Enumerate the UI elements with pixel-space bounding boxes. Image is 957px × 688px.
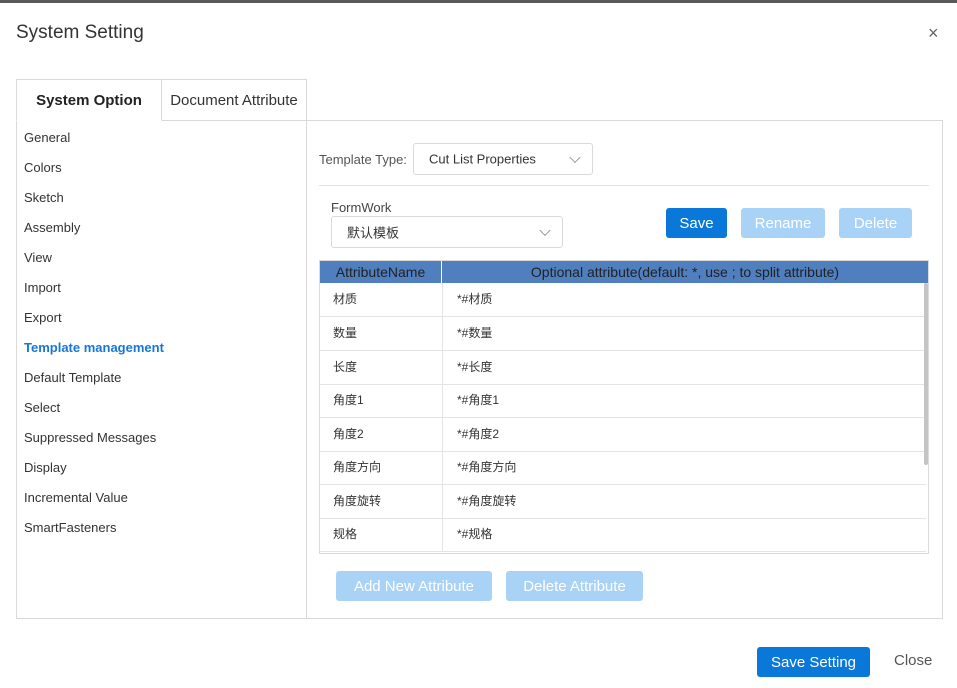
delete-button[interactable]: Delete [839,208,912,238]
sidebar-item-assembly[interactable]: Assembly [24,220,80,235]
table-row[interactable]: 角度旋转 *#角度旋转 [320,485,926,519]
table-row[interactable]: 长度 *#长度 [320,351,926,385]
optional-attribute-cell[interactable]: *#材质 [457,283,492,316]
optional-attribute-cell[interactable]: *#角度旋转 [457,485,516,518]
optional-attribute-cell[interactable]: *#数量 [457,317,492,350]
chevron-down-icon [569,151,581,164]
attribute-table: AttributeName Optional attribute(default… [319,260,929,554]
optional-attribute-cell[interactable]: *#角度方向 [457,451,516,484]
optional-attribute-cell[interactable]: *#角度1 [457,384,499,417]
attribute-name-cell[interactable]: 角度旋转 [320,485,443,518]
sidebar-item-export[interactable]: Export [24,310,62,325]
optional-attribute-cell[interactable]: *#规格 [457,518,492,551]
formwork-label: FormWork [331,200,392,215]
formwork-select[interactable]: 默认模板 [331,216,563,248]
rename-button[interactable]: Rename [741,208,825,238]
sidebar-item-incremental-value[interactable]: Incremental Value [24,490,128,505]
optional-attribute-cell[interactable]: *#长度 [457,351,492,384]
save-button[interactable]: Save [666,208,727,238]
sidebar-item-template-management[interactable]: Template management [24,340,164,355]
attribute-name-cell[interactable]: 角度2 [320,418,443,451]
template-type-select[interactable]: Cut List Properties [413,143,593,175]
column-header-optional-attribute: Optional attribute(default: *, use ; to … [530,264,840,280]
optional-attribute-cell[interactable]: *#角度2 [457,418,499,451]
sidebar-item-default-template[interactable]: Default Template [24,370,121,385]
sidebar-item-display[interactable]: Display [24,460,67,475]
attribute-name-cell[interactable]: 角度1 [320,384,443,417]
table-scrollbar[interactable] [924,283,928,465]
tab-document-attribute[interactable]: Document Attribute [161,79,307,121]
sidebar-item-colors[interactable]: Colors [24,160,62,175]
table-row[interactable]: 材质 *#材质 [320,283,926,317]
attribute-name-cell[interactable]: 材质 [320,283,443,316]
close-icon[interactable]: × [928,22,939,44]
template-type-label: Template Type: [319,152,407,167]
formwork-value: 默认模板 [347,225,400,241]
table-header: AttributeName Optional attribute(default… [320,261,928,283]
sidebar-item-select[interactable]: Select [24,400,60,415]
dialog-title: System Setting [16,22,144,43]
delete-attribute-button[interactable]: Delete Attribute [506,571,643,601]
table-row[interactable]: 规格 *#规格 [320,518,926,552]
sidebar-item-smartfasteners[interactable]: SmartFasteners [24,520,116,535]
attribute-name-cell[interactable]: 角度方向 [320,451,443,484]
sidebar-item-view[interactable]: View [24,250,52,265]
save-setting-button[interactable]: Save Setting [757,647,870,677]
chevron-down-icon [539,224,551,237]
divider [319,185,929,186]
add-new-attribute-button[interactable]: Add New Attribute [336,571,492,601]
window-top-border [0,0,957,3]
table-row[interactable]: 角度方向 *#角度方向 [320,451,926,485]
attribute-name-cell[interactable]: 规格 [320,518,443,551]
table-row[interactable]: 数量 *#数量 [320,317,926,351]
sidebar-item-general[interactable]: General [24,130,70,145]
sidebar-item-sketch[interactable]: Sketch [24,190,64,205]
attribute-name-cell[interactable]: 长度 [320,351,443,384]
close-button[interactable]: Close [894,652,932,669]
options-sidebar: General Colors Sketch Assembly View Impo… [16,120,307,619]
column-header-attribute-name: AttributeName [320,261,442,283]
attribute-name-cell[interactable]: 数量 [320,317,443,350]
sidebar-item-import[interactable]: Import [24,280,61,295]
table-row[interactable]: 角度1 *#角度1 [320,384,926,418]
sidebar-item-suppressed-messages[interactable]: Suppressed Messages [24,430,156,445]
template-type-value: Cut List Properties [429,151,536,167]
tab-system-option[interactable]: System Option [16,79,162,121]
table-row[interactable]: 角度2 *#角度2 [320,418,926,452]
